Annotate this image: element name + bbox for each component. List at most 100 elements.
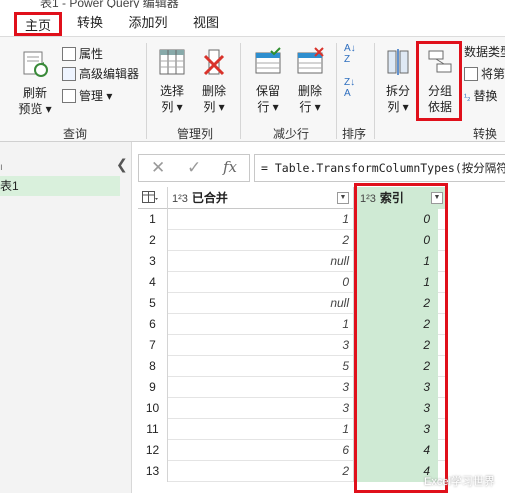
- group-label-sort: 排序: [341, 127, 366, 141]
- ribbon-separator: [146, 43, 147, 139]
- cell-merged[interactable]: 3: [168, 398, 354, 419]
- integer-type-icon[interactable]: 1²3: [172, 193, 188, 205]
- ribbon-separator: [374, 43, 375, 139]
- chevron-down-icon[interactable]: ▼: [337, 192, 349, 204]
- row-number: 1: [138, 209, 168, 230]
- keep-rows-line1: 保留: [255, 84, 280, 98]
- replace-values-label: 替换: [473, 89, 498, 103]
- remove-rows-button[interactable]: 删除 行 ▾: [290, 47, 330, 115]
- refresh-preview-button[interactable]: 刷新 预览 ▾: [12, 49, 58, 117]
- data-grid: 1²3 已合并 ▼ 1²3 索引 ▼ 1 1 0 2 2 0 3 null 1 4 0 1 5 null 2 6 1…: [138, 187, 505, 493]
- cell-merged[interactable]: 1: [168, 209, 354, 230]
- window-title: 表1 - Power Query 编辑器: [40, 0, 179, 8]
- cell-merged[interactable]: 1: [168, 419, 354, 440]
- formula-input[interactable]: = Table.TransformColumnTypes(按分隔符拆: [254, 154, 505, 182]
- group-by-highlight: [416, 41, 462, 121]
- integer-type-icon[interactable]: 1²3: [360, 193, 376, 205]
- row-number: 2: [138, 230, 168, 251]
- split-column-line1: 拆分: [385, 84, 410, 98]
- split-column-button[interactable]: 拆分 列 ▾: [378, 47, 418, 115]
- cell-index[interactable]: 3: [354, 377, 438, 398]
- cell-index[interactable]: 3: [354, 419, 438, 440]
- cell-merged[interactable]: null: [168, 251, 354, 272]
- cell-index[interactable]: 1: [354, 272, 438, 293]
- advanced-editor-label: 高级编辑器: [79, 67, 140, 81]
- row-number: 13: [138, 461, 168, 482]
- tab-transform[interactable]: 转换: [72, 12, 108, 36]
- cell-index[interactable]: 2: [354, 356, 438, 377]
- use-first-row-icon: [464, 67, 478, 81]
- table-row[interactable]: 12 6 4: [138, 440, 448, 461]
- replace-values-button[interactable]: ¹₂ 替换: [464, 87, 498, 105]
- remove-rows-line2: 行 ▾: [299, 100, 321, 114]
- table-row[interactable]: 10 3 3: [138, 398, 448, 419]
- column-header-label: 索引: [379, 191, 404, 205]
- group-label-reduce-rows: 减少行: [272, 127, 309, 141]
- table-row[interactable]: 401: [138, 272, 448, 293]
- cell-index[interactable]: 0: [354, 209, 438, 230]
- table-row[interactable]: 5 null 2: [138, 293, 448, 314]
- cell-merged[interactable]: 2: [168, 230, 354, 251]
- cancel-icon[interactable]: ✕: [151, 158, 165, 178]
- formula-bar: ✕ ✓ fx = Table.TransformColumnTypes(按分隔符…: [138, 154, 505, 182]
- refresh-icon: [23, 51, 48, 77]
- column-header-index[interactable]: 1²3 索引 ▼: [354, 187, 448, 209]
- cell-merged[interactable]: 6: [168, 440, 354, 461]
- properties-button[interactable]: 属性: [62, 45, 103, 63]
- table-row[interactable]: 13 2 4: [138, 461, 448, 482]
- table-row[interactable]: 3 null 1: [138, 251, 448, 272]
- tab-home[interactable]: 主页: [14, 12, 62, 36]
- data-type-button[interactable]: 数据类型: [464, 43, 505, 61]
- row-number: 6: [138, 314, 168, 335]
- keep-rows-button[interactable]: 保留 行 ▾: [248, 47, 288, 115]
- table-row[interactable]: 852: [138, 356, 448, 377]
- table-row[interactable]: 732: [138, 335, 448, 356]
- choose-columns-button[interactable]: 选择 列 ▾: [152, 47, 192, 115]
- cell-merged[interactable]: 1: [168, 314, 354, 335]
- cell-merged[interactable]: 3: [168, 335, 354, 356]
- cell-index[interactable]: 3: [354, 398, 438, 419]
- choose-columns-line1: 选择: [159, 84, 184, 98]
- remove-columns-button[interactable]: 删除 列 ▾: [194, 47, 234, 115]
- group-label-transform: 转换: [472, 127, 497, 141]
- manage-button[interactable]: 管理 ▾: [62, 87, 112, 105]
- cell-merged[interactable]: 5: [168, 356, 354, 377]
- cell-merged[interactable]: 0: [168, 272, 354, 293]
- remove-columns-line1: 删除: [201, 84, 226, 98]
- keep-rows-icon: [255, 47, 281, 74]
- refresh-label-line1: 刷新: [22, 86, 47, 100]
- cell-index[interactable]: 2: [354, 335, 438, 356]
- table-row[interactable]: 933: [138, 377, 448, 398]
- table-row[interactable]: 612: [138, 314, 448, 335]
- cell-index[interactable]: 2: [354, 314, 438, 335]
- queries-pane-marker: ı: [0, 162, 3, 173]
- table-menu-button[interactable]: [138, 187, 168, 209]
- sort-descending-button[interactable]: Z↓ A: [344, 77, 355, 99]
- tab-view[interactable]: 视图: [188, 12, 224, 36]
- table-row[interactable]: 11 1 3: [138, 419, 448, 440]
- table-row[interactable]: 110: [138, 209, 448, 230]
- chevron-down-icon[interactable]: ▼: [431, 192, 443, 204]
- chevron-left-icon[interactable]: ❮: [116, 156, 128, 173]
- data-type-label: 数据类型: [464, 45, 505, 59]
- use-first-row-button[interactable]: 将第: [464, 65, 505, 83]
- cell-index[interactable]: 1: [354, 251, 438, 272]
- cell-index[interactable]: 4: [354, 440, 438, 461]
- query-item[interactable]: 表1: [0, 176, 120, 196]
- replace-values-icon: ¹₂: [464, 92, 471, 102]
- title-bar: 表1 - Power Query 编辑器: [0, 0, 505, 8]
- tab-add-column[interactable]: 添加列: [124, 12, 172, 36]
- cell-merged[interactable]: 2: [168, 461, 354, 482]
- cell-index[interactable]: 0: [354, 230, 438, 251]
- fx-icon[interactable]: fx: [223, 158, 237, 176]
- cell-merged[interactable]: 3: [168, 377, 354, 398]
- table-row[interactable]: 220: [138, 230, 448, 251]
- cell-index[interactable]: 2: [354, 293, 438, 314]
- formula-bar-buttons: ✕ ✓ fx: [138, 154, 250, 182]
- column-header-merged[interactable]: 1²3 已合并 ▼: [168, 187, 354, 209]
- sort-ascending-button[interactable]: A↓ Z: [344, 43, 356, 65]
- sort-ascending-icon: A↓ Z: [344, 43, 356, 65]
- advanced-editor-button[interactable]: 高级编辑器: [62, 65, 139, 83]
- cell-merged[interactable]: null: [168, 293, 354, 314]
- confirm-icon[interactable]: ✓: [187, 158, 201, 178]
